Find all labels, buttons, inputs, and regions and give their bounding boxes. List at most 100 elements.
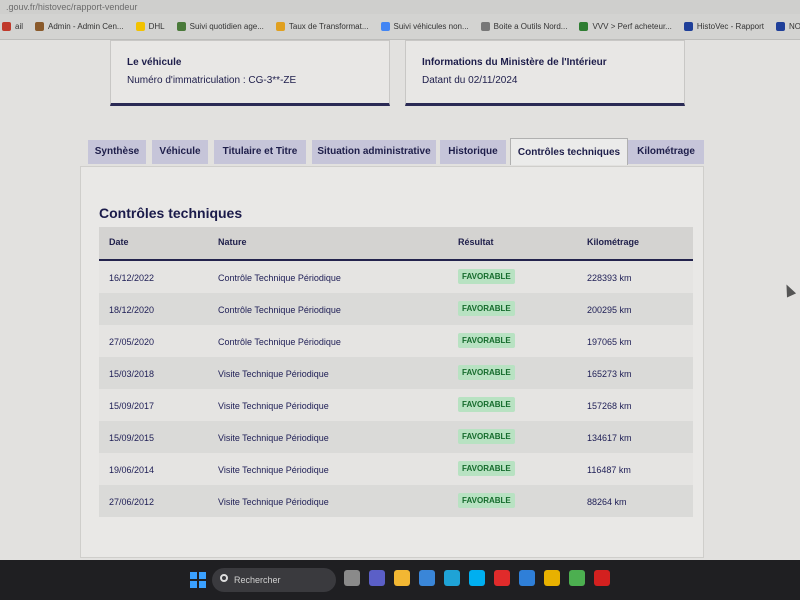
col-date: Date [109,237,129,247]
table-row: 15/09/2015 Visite Technique Périodique FAV… [99,421,693,453]
section-title: Contrôles techniques [99,205,243,221]
row-date: 16/12/2022 [109,273,155,283]
bookmark-item[interactable]: DHL [135,22,165,31]
bookmark-label: Admin - Admin Cen... [48,22,124,31]
row-km: 200295 km [587,305,632,315]
bookmark-item[interactable]: NON GAGE [776,22,800,31]
task-view-icon[interactable] [344,570,360,586]
tab-situation[interactable]: Situation administrative [312,140,436,164]
row-nature: Contrôle Technique Périodique [218,337,341,347]
row-date: 27/06/2012 [109,497,155,507]
table-row: 15/09/2017 Visite Technique Périodique FAV… [99,389,693,421]
bookmark-label: HistoVec - Rapport [696,22,764,31]
taskbar-search[interactable]: Rechercher [212,568,336,592]
chrome-icon[interactable] [544,570,560,586]
ministry-card-title: Informations du Ministère de l'Intérieur [422,57,607,68]
tab-controles-techniques[interactable]: Contrôles techniques [510,138,628,165]
bookmark-icon [176,22,186,31]
row-km: 157268 km [587,401,632,411]
bookmark-item[interactable]: Suivi quotidien age... [176,22,264,31]
store-icon[interactable] [419,570,435,586]
row-nature: Visite Technique Périodique [218,433,329,443]
result-badge: FAVORABLE [458,461,515,476]
bookmark-label: VVV > Perf acheteur... [592,22,672,31]
bookmark-item[interactable]: Suivi véhicules non... [380,22,469,31]
result-badge: FAVORABLE [458,397,515,412]
report-date: Datant du 02/11/2024 [422,75,518,86]
row-date: 27/05/2020 [109,337,155,347]
skype-icon[interactable] [469,570,485,586]
bookmark-item[interactable]: Admin - Admin Cen... [35,22,124,31]
bookmarks-bar: ail Admin - Admin Cen... DHL Suivi quotidie… [0,14,800,40]
controles-table: Date Nature Résultat Kilométrage 16/12/2… [99,227,693,517]
row-km: 197065 km [587,337,632,347]
teams-icon[interactable] [369,570,385,586]
bookmark-icon [579,22,589,31]
bookmark-icon [683,22,693,31]
tab-titulaire[interactable]: Titulaire et Titre [214,140,306,164]
tab-synthese[interactable]: Synthèse [88,140,146,164]
table-row: 15/03/2018 Visite Technique Périodique FAV… [99,357,693,389]
row-nature: Visite Technique Périodique [218,497,329,507]
table-row: 19/06/2014 Visite Technique Périodique FAV… [99,453,693,485]
bookmark-item[interactable]: Boite a Outils Nord... [480,22,567,31]
row-nature: Visite Technique Périodique [218,465,329,475]
search-icon [220,574,228,582]
start-button[interactable] [190,572,206,588]
taskbar: Rechercher [0,560,800,600]
bookmark-item[interactable]: ail [2,22,23,31]
row-date: 15/09/2017 [109,401,155,411]
row-date: 18/12/2020 [109,305,155,315]
result-badge: FAVORABLE [458,333,515,348]
col-km: Kilométrage [587,237,640,247]
bookmark-item[interactable]: Taux de Transformat... [275,22,369,31]
bookmark-label: Suivi véhicules non... [393,22,469,31]
bookmark-icon [135,22,145,31]
row-nature: Visite Technique Périodique [218,401,329,411]
bookmark-icon [35,22,45,31]
mail-icon[interactable] [519,570,535,586]
row-km: 165273 km [587,369,632,379]
bookmark-icon [776,22,785,31]
table-row: 16/12/2022 Contrôle Technique Périodique F… [99,261,693,293]
row-km: 88264 km [587,497,627,507]
row-nature: Contrôle Technique Périodique [218,305,341,315]
row-nature: Contrôle Technique Périodique [218,273,341,283]
bookmark-label: Taux de Transformat... [288,22,369,31]
table-header: Date Nature Résultat Kilométrage [99,227,693,261]
row-date: 15/03/2018 [109,369,155,379]
opera-icon[interactable] [494,570,510,586]
chrome-profile-icon[interactable] [569,570,585,586]
table-body: 16/12/2022 Contrôle Technique Périodique F… [99,261,693,517]
edge-icon[interactable] [444,570,460,586]
bookmark-label: ail [15,22,24,31]
acrobat-icon[interactable] [594,570,610,586]
col-result: Résultat [458,237,494,247]
row-date: 15/09/2015 [109,433,155,443]
controles-panel: Contrôles techniques Date Nature Résulta… [80,166,704,558]
result-badge: FAVORABLE [458,429,515,444]
row-km: 116487 km [587,465,631,475]
taskbar-search-label: Rechercher [234,575,281,585]
row-nature: Visite Technique Périodique [218,369,329,379]
result-badge: FAVORABLE [458,493,515,508]
bookmark-label: DHL [148,22,165,31]
result-badge: FAVORABLE [458,301,515,316]
bookmark-icon [480,22,490,31]
bookmark-item[interactable]: VVV > Perf acheteur... [579,22,672,31]
tab-kilometrage[interactable]: Kilométrage [628,140,704,164]
ministry-card: Informations du Ministère de l'Intérieur… [405,40,685,106]
row-date: 19/06/2014 [109,465,155,475]
row-km: 228393 km [587,273,632,283]
vehicle-card-title: Le véhicule [127,57,182,68]
tab-vehicule[interactable]: Véhicule [152,140,208,164]
address-bar[interactable]: .gouv.fr/histovec/rapport-vendeur [0,0,800,14]
page-content: Le véhicule Numéro d'immatriculation : C… [0,40,800,560]
file-explorer-icon[interactable] [394,570,410,586]
tab-historique[interactable]: Historique [440,140,506,164]
bookmark-item[interactable]: HistoVec - Rapport [683,22,764,31]
vehicle-card: Le véhicule Numéro d'immatriculation : C… [110,40,390,106]
address-bar-url: .gouv.fr/histovec/rapport-vendeur [6,2,138,12]
result-badge: FAVORABLE [458,365,515,380]
result-badge: FAVORABLE [458,269,515,284]
